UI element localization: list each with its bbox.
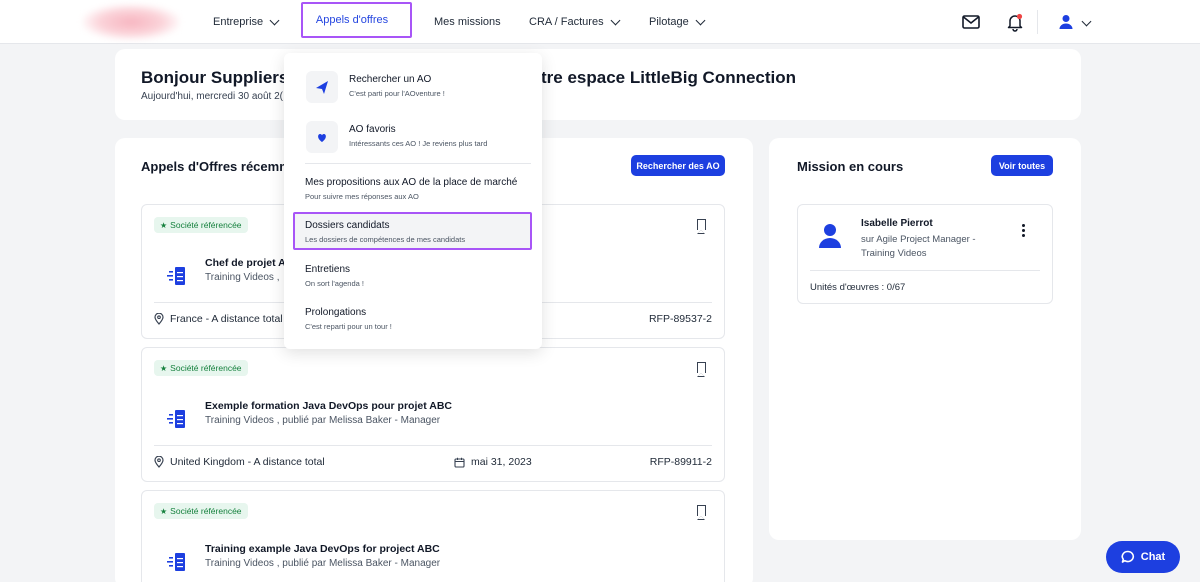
appels-offres-dropdown: Rechercher un AO C'est parti pour l'AOve… bbox=[284, 53, 542, 349]
menu-icon-box bbox=[306, 121, 338, 153]
menu-item-desc: On sort l'agenda ! bbox=[305, 279, 364, 288]
chevron-down-icon bbox=[695, 15, 706, 25]
bookmark-icon[interactable] bbox=[697, 505, 706, 520]
chevron-down-icon bbox=[610, 15, 621, 25]
menu-item-title: Entretiens bbox=[305, 264, 351, 275]
ao-location-label: France - A distance total bbox=[170, 313, 283, 325]
nav-mes-missions-label: Mes missions bbox=[434, 16, 501, 28]
menu-item-ao-favoris[interactable]: AO favoris Intéressants ces AO ! Je revi… bbox=[284, 108, 542, 156]
mission-consultant-name: Isabelle Pierrot bbox=[861, 218, 933, 229]
menu-item-desc: Pour suivre mes réponses aux AO bbox=[305, 192, 419, 201]
divider bbox=[810, 270, 1040, 271]
menu-item-entretiens[interactable]: Entretiens On sort l'agenda ! bbox=[284, 256, 542, 296]
badge-label: Société référencée bbox=[170, 363, 242, 373]
ao-subtitle: Training Videos , publié par Melissa Bak… bbox=[205, 415, 441, 426]
search-ao-button[interactable]: Rechercher des AO bbox=[631, 155, 725, 176]
more-options-icon[interactable] bbox=[1022, 224, 1025, 237]
ao-reference: RFP-89911-2 bbox=[649, 456, 712, 468]
star-icon: ★ bbox=[160, 363, 168, 373]
ao-location-label: United Kingdom - A distance total bbox=[170, 456, 325, 468]
heart-icon bbox=[318, 133, 326, 142]
nav-pilotage[interactable]: Pilotage bbox=[649, 0, 706, 44]
ao-date: mai 31, 2023 bbox=[454, 456, 532, 468]
paper-plane-icon bbox=[316, 81, 328, 94]
mail-icon[interactable] bbox=[961, 12, 981, 32]
ao-card[interactable]: ★ Société référencée Exemple formation J… bbox=[141, 347, 725, 482]
status-badge: ★ Société référencée bbox=[154, 360, 248, 376]
menu-item-title: Rechercher un AO bbox=[349, 74, 432, 85]
scrollbar[interactable] bbox=[1192, 44, 1200, 582]
nav-mes-missions[interactable]: Mes missions bbox=[434, 0, 501, 44]
nav-entreprise-label: Entreprise bbox=[213, 16, 264, 28]
location-pin-icon bbox=[154, 456, 164, 468]
nav-appels-offres-label: Appels d'offres bbox=[315, 14, 389, 26]
menu-item-title: Mes propositions aux AO de la place de m… bbox=[305, 177, 518, 188]
mission-section-card bbox=[769, 138, 1081, 540]
bookmark-icon[interactable] bbox=[697, 219, 706, 234]
chat-label: Chat bbox=[1140, 551, 1166, 563]
badge-label: Société référencée bbox=[170, 220, 242, 230]
menu-item-desc: C'est reparti pour un tour ! bbox=[305, 322, 392, 331]
welcome-title: Bonjour Suppliers bbox=[141, 68, 289, 87]
menu-item-dossiers-candidats[interactable]: Dossiers candidats Les dossiers de compé… bbox=[293, 212, 532, 250]
menu-divider bbox=[305, 163, 531, 164]
chevron-down-icon[interactable] bbox=[1081, 16, 1092, 27]
ao-subtitle: Training Videos , bbox=[205, 272, 280, 283]
mission-section-title: Mission en cours bbox=[797, 159, 904, 174]
menu-item-title: Prolongations bbox=[305, 307, 367, 318]
nav-divider bbox=[1037, 10, 1038, 34]
mission-units: Unités d'œuvres : 0/67 bbox=[810, 282, 906, 293]
company-logo[interactable] bbox=[82, 4, 180, 40]
welcome-title-right: tre espace LittleBig Connection bbox=[541, 68, 797, 87]
ao-subtitle: Training Videos , publié par Melissa Bak… bbox=[205, 558, 441, 569]
ao-reference: RFP-89537-2 bbox=[648, 313, 712, 325]
star-icon: ★ bbox=[160, 506, 168, 516]
ao-section-title: Appels d'Offres récemm bbox=[141, 159, 291, 174]
location-pin-icon bbox=[154, 313, 164, 325]
ao-card[interactable]: ★ Société référencée Training example Ja… bbox=[141, 490, 725, 582]
nav-entreprise[interactable]: Entreprise bbox=[213, 0, 280, 44]
menu-item-title: Dossiers candidats bbox=[305, 220, 390, 231]
chevron-down-icon bbox=[269, 15, 280, 25]
nav-cra-factures-label: CRA / Factures bbox=[529, 16, 604, 28]
nav-pilotage-label: Pilotage bbox=[649, 16, 689, 28]
nav-cra-factures[interactable]: CRA / Factures bbox=[529, 0, 621, 44]
document-icon bbox=[167, 553, 185, 571]
calendar-icon bbox=[454, 457, 465, 468]
menu-item-prolongations[interactable]: Prolongations C'est reparti pour un tour… bbox=[284, 299, 542, 339]
ao-date-label: mai 31, 2023 bbox=[471, 456, 532, 468]
menu-item-rechercher-ao[interactable]: Rechercher un AO C'est parti pour l'AOve… bbox=[284, 53, 542, 103]
status-badge: ★ Société référencée bbox=[154, 217, 248, 233]
top-navigation: Entreprise Appels d'offres Mes missions … bbox=[0, 0, 1200, 44]
user-icon[interactable] bbox=[1056, 12, 1076, 32]
bookmark-icon[interactable] bbox=[697, 362, 706, 377]
document-icon bbox=[167, 410, 185, 428]
menu-item-desc: Les dossiers de compétences de mes candi… bbox=[305, 235, 466, 244]
ao-title[interactable]: Training example Java DevOps for project… bbox=[205, 543, 440, 555]
menu-icon-box bbox=[306, 71, 338, 103]
ao-location: France - A distance total bbox=[154, 313, 283, 325]
menu-item-desc: C'est parti pour l'AOventure ! bbox=[349, 89, 445, 98]
nav-appels-offres[interactable]: Appels d'offres bbox=[301, 2, 412, 38]
ao-title[interactable]: Exemple formation Java DevOps pour proje… bbox=[205, 400, 452, 412]
menu-item-title: AO favoris bbox=[349, 124, 396, 135]
menu-item-mes-propositions[interactable]: Mes propositions aux AO de la place de m… bbox=[284, 168, 542, 208]
document-icon bbox=[167, 267, 185, 285]
chat-bubble-icon bbox=[1121, 550, 1134, 563]
badge-label: Société référencée bbox=[170, 506, 242, 516]
ao-location: United Kingdom - A distance total bbox=[154, 456, 325, 468]
see-all-missions-button[interactable]: Voir toutes bbox=[991, 155, 1053, 176]
menu-item-desc: Intéressants ces AO ! Je reviens plus ta… bbox=[349, 139, 488, 148]
mission-card[interactable]: Isabelle Pierrot sur Agile Project Manag… bbox=[797, 204, 1053, 304]
star-icon: ★ bbox=[160, 220, 168, 230]
mission-role: sur Agile Project Manager - Training Vid… bbox=[861, 234, 976, 259]
chat-button[interactable]: Chat bbox=[1106, 541, 1180, 573]
welcome-date: Aujourd'hui, mercredi 30 août 2( bbox=[141, 91, 283, 102]
ao-title[interactable]: Chef de projet Ag bbox=[205, 257, 292, 269]
bell-icon[interactable] bbox=[1005, 12, 1025, 32]
status-badge: ★ Société référencée bbox=[154, 503, 248, 519]
divider bbox=[154, 445, 712, 446]
user-avatar-icon bbox=[819, 224, 841, 248]
